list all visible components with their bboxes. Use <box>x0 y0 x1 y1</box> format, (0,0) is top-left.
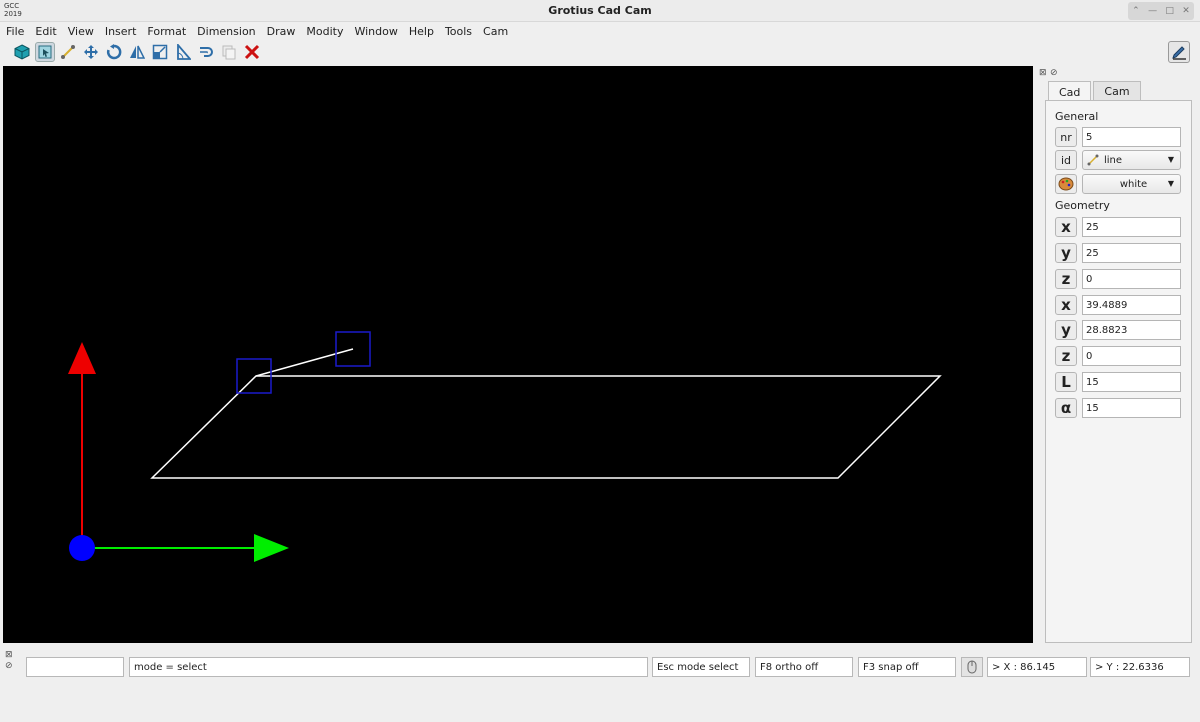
tab-cad[interactable]: Cad <box>1048 81 1092 102</box>
title-bar: GCC 2019 Grotius Cad Cam ⌃ — □ ✕ <box>0 0 1200 22</box>
minimize-icon[interactable]: — <box>1148 6 1157 16</box>
menu-file[interactable]: File <box>6 25 24 38</box>
menu-tools[interactable]: Tools <box>445 25 472 38</box>
y-axis-arrow <box>68 342 96 374</box>
origin-point <box>69 535 95 561</box>
status-dock-float-icon[interactable]: ⊘ <box>5 661 13 671</box>
menu-help[interactable]: Help <box>409 25 434 38</box>
status-bar: ⊠ ⊘ mode = select Esc mode select F8 ort… <box>0 648 1200 722</box>
id-row: id line ▼ <box>1055 150 1181 170</box>
end-y-field[interactable]: 28.8823 <box>1082 320 1181 340</box>
end-z-field[interactable]: 0 <box>1082 346 1181 366</box>
toolbar <box>0 40 1200 64</box>
id-dropdown-value: line <box>1104 154 1123 166</box>
start-x-row: x 25 <box>1055 217 1181 237</box>
scale-icon[interactable] <box>150 42 170 62</box>
command-input[interactable] <box>26 657 124 677</box>
angle-icon[interactable] <box>173 42 193 62</box>
geometry-heading: Geometry <box>1055 199 1110 212</box>
move-icon[interactable] <box>81 42 101 62</box>
window-title: Grotius Cad Cam <box>548 4 652 17</box>
nr-label[interactable]: nr <box>1055 127 1077 147</box>
ortho-toggle[interactable]: F8 ortho off <box>755 657 853 677</box>
tab-cam[interactable]: Cam <box>1093 81 1141 101</box>
start-x-field[interactable]: 25 <box>1082 217 1181 237</box>
color-palette-icon[interactable] <box>1055 174 1077 194</box>
chevron-down-icon: ▼ <box>1167 155 1174 164</box>
start-z-field[interactable]: 0 <box>1082 269 1181 289</box>
menu-window[interactable]: Window <box>354 25 397 38</box>
mirror-icon[interactable] <box>127 42 147 62</box>
menu-dimension[interactable]: Dimension <box>197 25 255 38</box>
start-y-row: y 25 <box>1055 243 1181 263</box>
menu-cam[interactable]: Cam <box>483 25 508 38</box>
end-x-row: x 39.4889 <box>1055 295 1181 315</box>
end-y-row: y 28.8823 <box>1055 320 1181 340</box>
menu-modity[interactable]: Modity <box>306 25 343 38</box>
end-x-icon[interactable]: x <box>1055 295 1077 315</box>
window-controls: ⌃ — □ ✕ <box>1128 2 1194 20</box>
color-row: white ▼ <box>1055 174 1181 194</box>
id-label[interactable]: id <box>1055 150 1077 170</box>
y-coordinate-readout: > Y : 22.6336 <box>1090 657 1190 677</box>
x-coordinate-readout: > X : 86.145 <box>987 657 1087 677</box>
general-heading: General <box>1055 110 1099 123</box>
dock-float-icon[interactable]: ⊘ <box>1050 68 1058 78</box>
nr-field[interactable]: 5 <box>1082 127 1181 147</box>
start-z-icon[interactable]: z <box>1055 269 1077 289</box>
dock-close-icon[interactable]: ⊠ <box>1039 68 1047 78</box>
snap-toggle[interactable]: F3 snap off <box>858 657 956 677</box>
chevron-down-icon: ▼ <box>1167 179 1174 188</box>
start-y-field[interactable]: 25 <box>1082 243 1181 263</box>
mouse-icon[interactable] <box>961 657 983 677</box>
angle-field[interactable]: 15 <box>1082 398 1181 418</box>
keep-above-icon[interactable]: ⌃ <box>1132 6 1140 16</box>
x-axis-arrow <box>254 534 289 562</box>
menu-edit[interactable]: Edit <box>35 25 56 38</box>
pencil-icon[interactable] <box>1168 41 1190 63</box>
cube-icon[interactable] <box>12 42 32 62</box>
menu-draw[interactable]: Draw <box>267 25 296 38</box>
panel-tabs: Cad Cam <box>1048 81 1143 102</box>
line-icon[interactable] <box>58 42 78 62</box>
rotate-icon[interactable] <box>104 42 124 62</box>
offset-icon[interactable] <box>196 42 216 62</box>
end-z-row: z 0 <box>1055 346 1181 366</box>
end-z-icon[interactable]: z <box>1055 346 1077 366</box>
color-dropdown-value: white <box>1119 178 1148 190</box>
nr-row: nr 5 <box>1055 127 1181 147</box>
line-type-icon <box>1087 154 1099 166</box>
menu-bar: File Edit View Insert Format Dimension D… <box>0 22 1200 40</box>
drawing-viewport[interactable] <box>3 66 1033 643</box>
status-dock-close-icon[interactable]: ⊠ <box>5 650 13 660</box>
angle-row: α 15 <box>1055 398 1181 418</box>
alpha-icon[interactable]: α <box>1055 398 1077 418</box>
end-x-field[interactable]: 39.4889 <box>1082 295 1181 315</box>
length-row: L 15 <box>1055 372 1181 392</box>
start-z-row: z 0 <box>1055 269 1181 289</box>
menu-view[interactable]: View <box>68 25 94 38</box>
delete-icon[interactable] <box>242 42 262 62</box>
maximize-icon[interactable]: □ <box>1165 6 1174 16</box>
parallelogram-shape[interactable] <box>150 375 942 479</box>
esc-mode-button[interactable]: Esc mode select <box>652 657 750 677</box>
menu-insert[interactable]: Insert <box>105 25 137 38</box>
close-window-icon[interactable]: ✕ <box>1182 6 1190 16</box>
end-y-icon[interactable]: y <box>1055 320 1077 340</box>
select-icon[interactable] <box>35 42 55 62</box>
menu-format[interactable]: Format <box>147 25 186 38</box>
start-x-icon[interactable]: x <box>1055 217 1077 237</box>
length-field[interactable]: 15 <box>1082 372 1181 392</box>
copy-icon[interactable] <box>219 42 239 62</box>
id-dropdown[interactable]: line ▼ <box>1082 150 1181 170</box>
mode-display: mode = select <box>129 657 648 677</box>
length-icon[interactable]: L <box>1055 372 1077 392</box>
start-y-icon[interactable]: y <box>1055 243 1077 263</box>
color-dropdown[interactable]: white ▼ <box>1082 174 1181 194</box>
